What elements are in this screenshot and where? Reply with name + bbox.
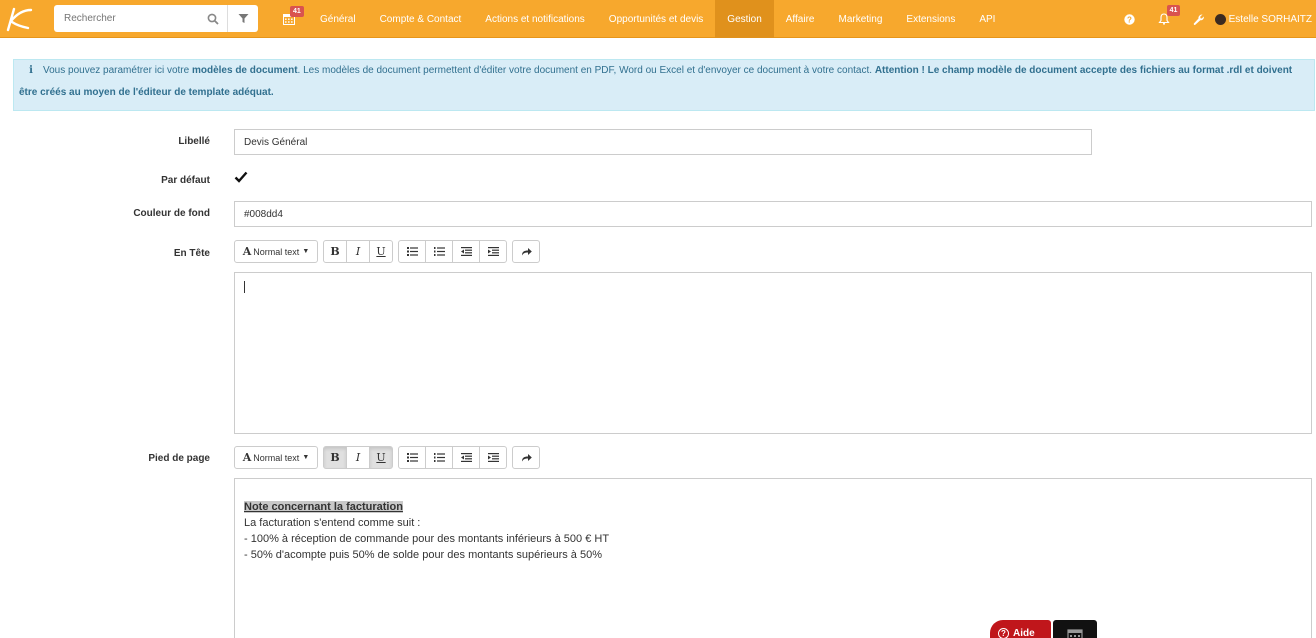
aide-button[interactable]: ? Aide xyxy=(990,620,1051,638)
couleur-field[interactable]: #008dd4 xyxy=(234,201,1312,227)
settings-button[interactable] xyxy=(1181,0,1215,38)
pied-outdent-button[interactable] xyxy=(452,446,480,469)
format-label: Normal text xyxy=(253,246,300,257)
caret-down-icon: ▼ xyxy=(302,248,310,255)
nav-affaire[interactable]: Affaire xyxy=(774,0,827,38)
indent-icon xyxy=(487,453,499,462)
entete-indent-button[interactable] xyxy=(479,240,507,263)
entete-label: En Tête xyxy=(173,248,210,259)
entete-bold-button[interactable]: B xyxy=(323,240,347,263)
font-icon: A xyxy=(242,451,252,464)
app-logo-icon[interactable] xyxy=(4,4,34,34)
alert-bold-1: modèles de document xyxy=(191,65,298,76)
footer-line-2: - 100% à réception de commande pour des … xyxy=(244,533,610,545)
entete-numbered-list-button[interactable] xyxy=(425,240,453,263)
search-box xyxy=(54,5,258,32)
notifications-button[interactable]: 41 xyxy=(1147,0,1181,38)
pied-redo-button[interactable] xyxy=(512,446,540,469)
entete-italic-button[interactable]: I xyxy=(346,240,370,263)
entete-toolbar: A Normal text ▼ B I U xyxy=(234,240,545,263)
pied-underline-button[interactable]: U xyxy=(369,446,393,469)
user-menu[interactable]: Estelle SORHAITZ xyxy=(1214,13,1316,25)
pied-bullet-list-button[interactable] xyxy=(398,446,426,469)
outdent-icon xyxy=(460,453,472,462)
format-label: Normal text xyxy=(253,452,300,463)
alert-text-1: Vous pouvez paramétrer ici votre xyxy=(43,65,192,76)
bullet-list-icon xyxy=(406,453,418,462)
alert-text-2: . Les modèles de document permettent d'é… xyxy=(297,65,875,76)
filter-button[interactable] xyxy=(228,5,258,32)
checkmark-icon xyxy=(234,171,248,183)
caret-down-icon: ▼ xyxy=(302,454,310,461)
redo-icon xyxy=(521,248,532,256)
entete-redo-button[interactable] xyxy=(512,240,540,263)
entete-editor[interactable] xyxy=(234,272,1312,434)
right-toolbar: ? 41 Estelle SORHAITZ xyxy=(1113,0,1316,38)
numbered-list-icon xyxy=(433,247,445,256)
numbered-list-icon xyxy=(433,453,445,462)
nav-opportunites-devis[interactable]: Opportunités et devis xyxy=(597,0,716,38)
pied-bold-button[interactable]: B xyxy=(323,446,347,469)
font-icon: A xyxy=(242,245,252,258)
nav-actions-notifications[interactable]: Actions et notifications xyxy=(473,0,597,38)
footer-line-3: - 50% d'acompte puis 50% de solde pour d… xyxy=(244,549,602,561)
indent-icon xyxy=(487,247,499,256)
par-defaut-checkbox[interactable] xyxy=(234,170,248,184)
search-input[interactable] xyxy=(54,5,198,32)
svg-text:?: ? xyxy=(1127,15,1132,24)
help-icon: ? xyxy=(1124,13,1135,25)
pied-label: Pied de page xyxy=(148,453,210,464)
entete-outdent-button[interactable] xyxy=(452,240,480,263)
pied-toolbar: A Normal text ▼ B I U xyxy=(234,446,545,469)
nav-extensions[interactable]: Extensions xyxy=(894,0,967,38)
entete-bullet-list-button[interactable] xyxy=(398,240,426,263)
libelle-field[interactable]: Devis Général xyxy=(234,129,1092,155)
footer-title: Note concernant la facturation xyxy=(244,501,403,513)
nav-marketing[interactable]: Marketing xyxy=(827,0,895,38)
info-alert: i Vous pouvez paramétrer ici votre modèle… xyxy=(13,59,1315,111)
outdent-icon xyxy=(460,247,472,256)
wrench-icon xyxy=(1193,14,1204,25)
help-icon: ? xyxy=(998,627,1009,638)
nav-api[interactable]: API xyxy=(967,0,1007,38)
user-name: Estelle SORHAITZ xyxy=(1228,13,1312,25)
bullet-list-icon xyxy=(406,247,418,256)
text-caret xyxy=(244,281,245,293)
libelle-label: Libellé xyxy=(178,136,210,147)
avatar xyxy=(1214,13,1226,25)
footer-text: Note concernant la facturation La factur… xyxy=(244,499,609,563)
redo-icon xyxy=(521,454,532,462)
calendar-float-button[interactable] xyxy=(1053,620,1097,638)
par-defaut-label: Par défaut xyxy=(161,175,210,186)
aide-label: Aide xyxy=(1013,627,1035,638)
footer-line-1: La facturation s'entend comme suit : xyxy=(244,517,421,529)
filter-icon xyxy=(238,14,248,23)
calendar-badge: 41 xyxy=(290,6,304,17)
pied-italic-button[interactable]: I xyxy=(346,446,370,469)
search-icon xyxy=(207,13,219,25)
nav-general[interactable]: Général xyxy=(308,0,368,38)
nav-gestion[interactable]: Gestion xyxy=(715,0,774,38)
notifications-badge: 41 xyxy=(1166,5,1181,16)
calendar-button[interactable]: 41 xyxy=(274,0,304,38)
search-button[interactable] xyxy=(198,5,228,32)
pied-format-dropdown[interactable]: A Normal text ▼ xyxy=(234,446,318,469)
couleur-label: Couleur de fond xyxy=(133,208,210,219)
pied-numbered-list-button[interactable] xyxy=(425,446,453,469)
nav-compte-contact[interactable]: Compte & Contact xyxy=(368,0,474,38)
entete-underline-button[interactable]: U xyxy=(369,240,393,263)
pied-indent-button[interactable] xyxy=(479,446,507,469)
top-navbar: 41 Général Compte & Contact Actions et n… xyxy=(0,0,1316,38)
info-icon: i xyxy=(29,65,33,76)
help-button[interactable]: ? xyxy=(1113,0,1147,38)
entete-format-dropdown[interactable]: A Normal text ▼ xyxy=(234,240,318,263)
pied-editor[interactable]: Note concernant la facturation La factur… xyxy=(234,478,1312,638)
main-nav: 41 Général Compte & Contact Actions et n… xyxy=(274,0,1007,38)
calendar-icon xyxy=(1067,629,1083,638)
